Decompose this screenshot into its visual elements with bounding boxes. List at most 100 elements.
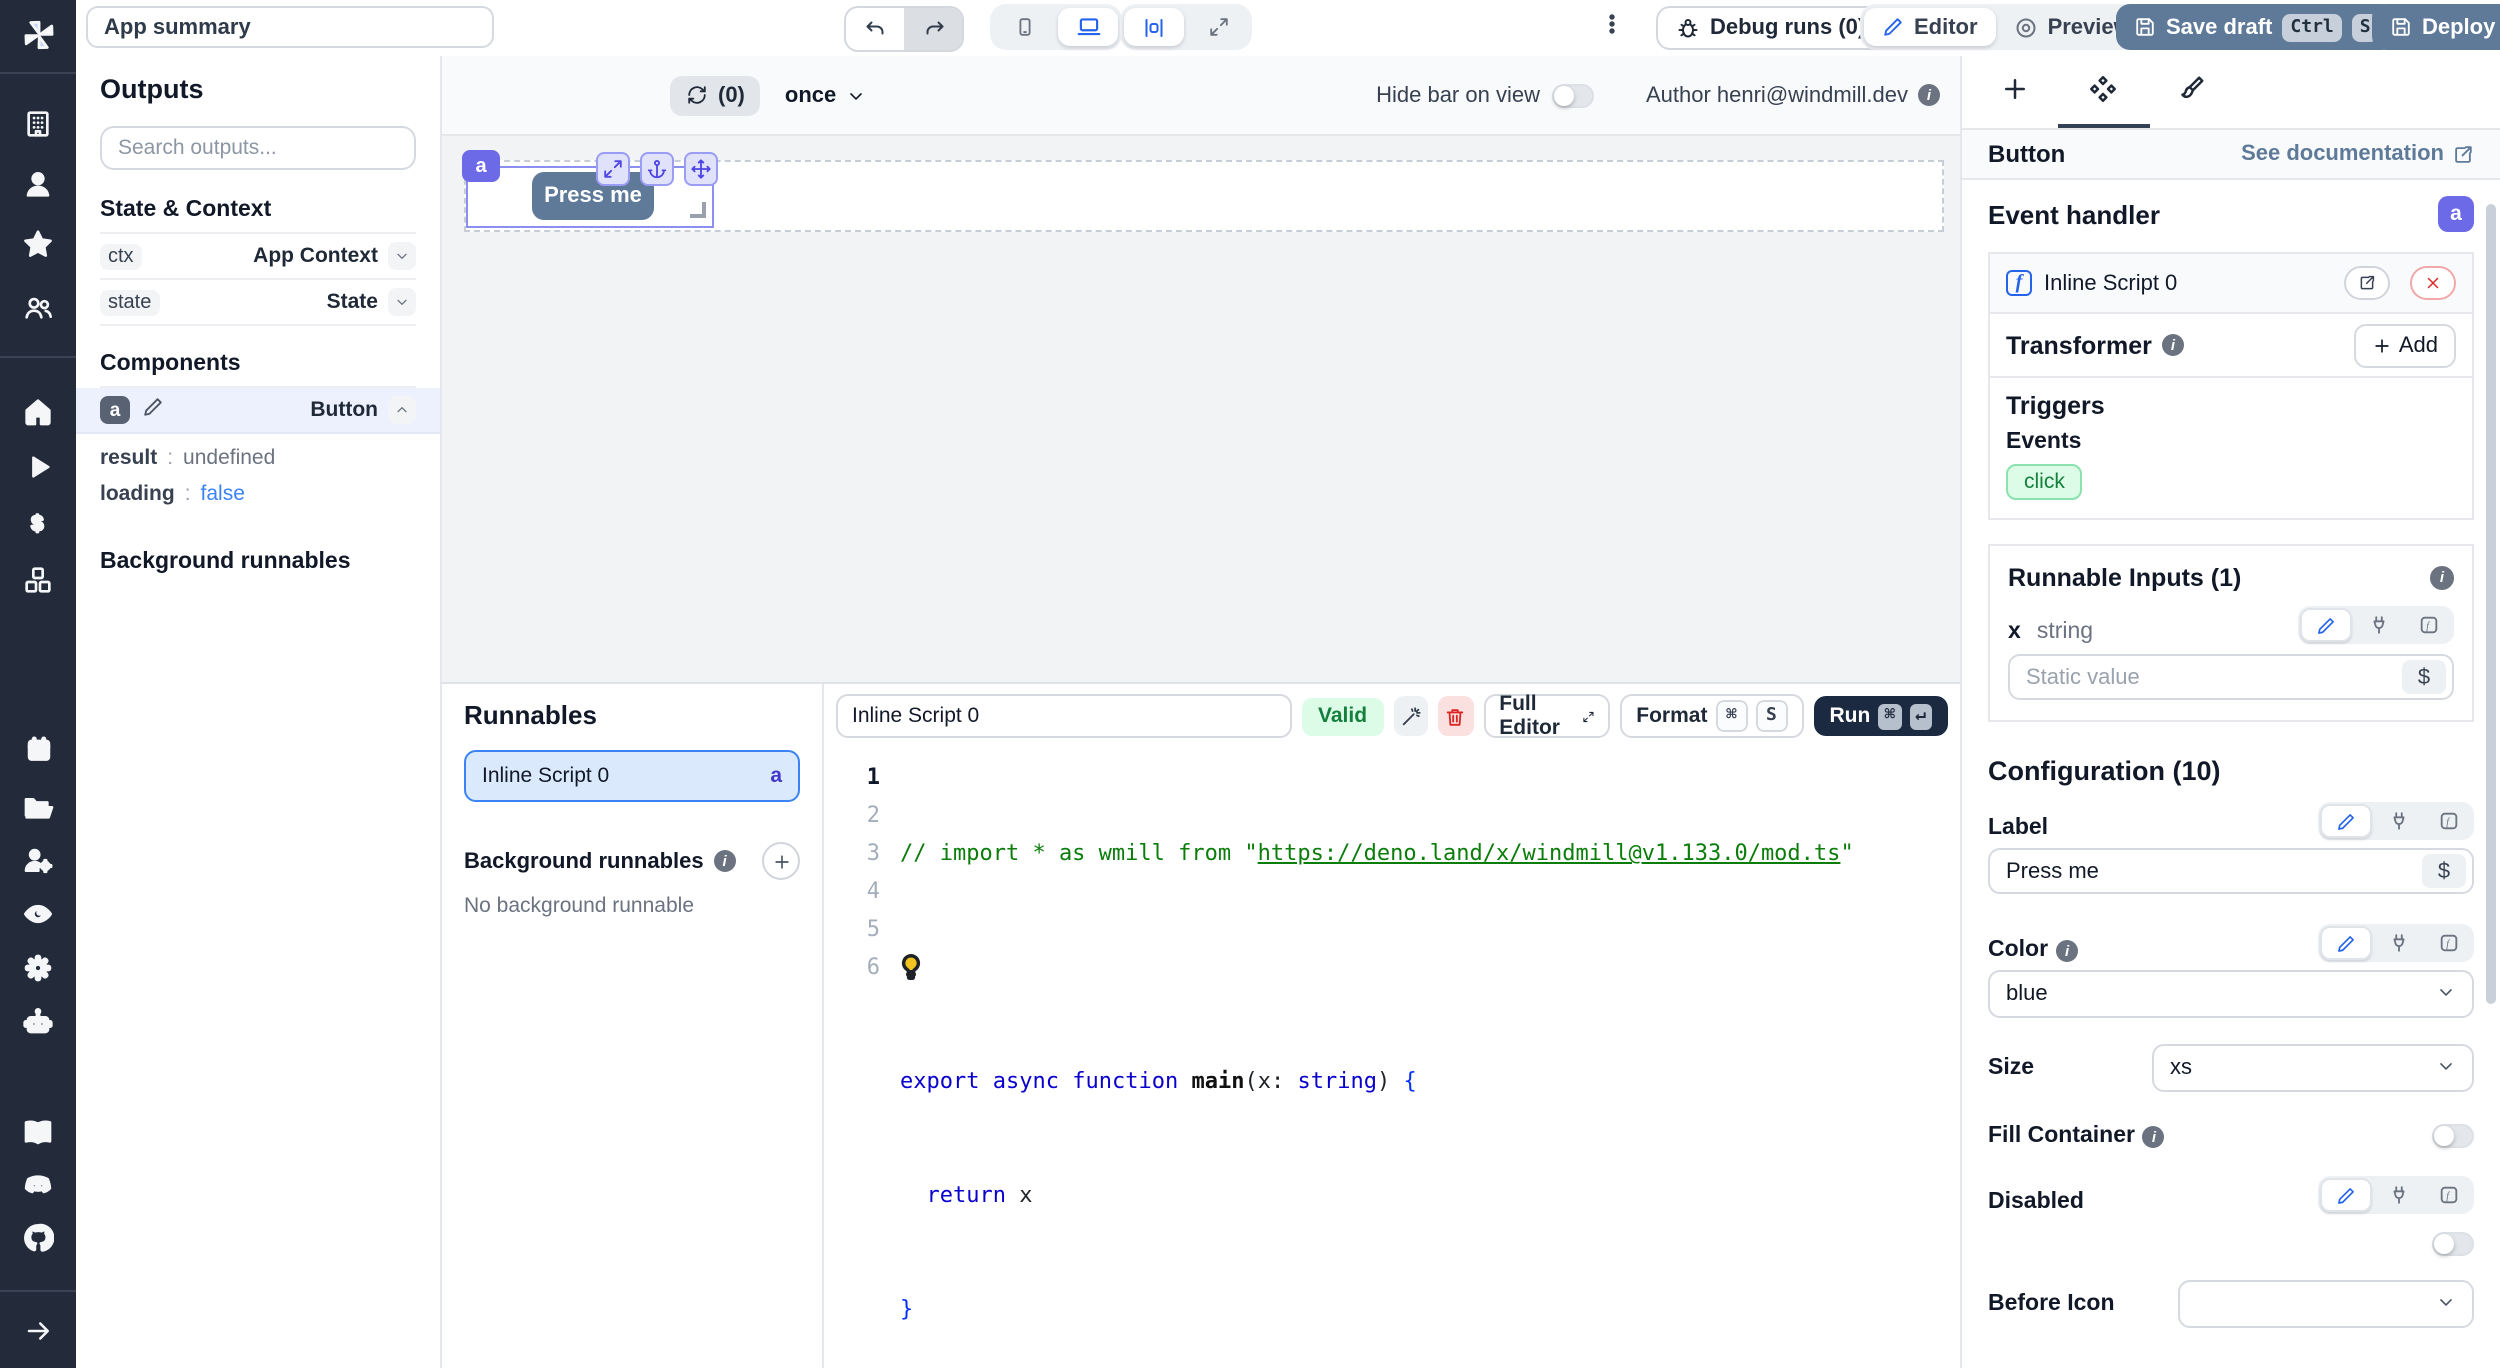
folders-icon[interactable] [0, 792, 76, 824]
schedules-icon[interactable] [0, 734, 76, 764]
component-id-tag[interactable]: a [462, 150, 500, 182]
theme-brush-tab[interactable] [2176, 74, 2206, 110]
insert-component-tab[interactable] [2000, 74, 2030, 110]
connect-plug-button[interactable] [2374, 932, 2422, 954]
resize-handle[interactable] [690, 202, 706, 218]
windmill-logo-icon[interactable] [0, 18, 76, 52]
size-select[interactable]: xs [2152, 1044, 2474, 1092]
home-icon[interactable] [0, 396, 76, 428]
search-outputs-input[interactable] [100, 126, 416, 170]
workspace-icon[interactable] [0, 108, 76, 140]
refresh-count-button[interactable]: (0) [670, 75, 761, 115]
connect-plug-button[interactable] [2374, 1184, 2422, 1206]
runnable-item-inline-script-0[interactable]: Inline Script 0 a [464, 750, 800, 802]
result-row[interactable]: result : undefined [100, 446, 416, 470]
connect-plug-button[interactable] [2354, 614, 2402, 636]
result-key: result [100, 446, 157, 470]
variables-icon[interactable]: $ [0, 508, 76, 540]
schedule-mode-dropdown[interactable]: once [785, 83, 866, 107]
undo-button[interactable] [846, 8, 904, 50]
star-icon[interactable] [0, 228, 76, 260]
fill-container-toggle[interactable] [2432, 1124, 2474, 1148]
resources-icon[interactable] [0, 564, 76, 596]
eval-function-button[interactable]: f [2424, 1184, 2472, 1206]
expand-component-icon[interactable] [596, 152, 630, 186]
audit-logs-icon[interactable] [0, 898, 76, 930]
save-draft-button[interactable]: Save draft Ctrl S [2116, 4, 2397, 50]
fullwidth-button[interactable] [1188, 8, 1248, 46]
info-icon[interactable] [2056, 939, 2078, 961]
workers-icon[interactable] [0, 844, 76, 876]
loading-row[interactable]: loading : false [100, 482, 416, 506]
settings-gear-icon[interactable] [0, 952, 76, 984]
output-row-state[interactable]: state State [100, 280, 416, 326]
static-mode-button[interactable] [2320, 1178, 2372, 1212]
tab-editor[interactable]: Editor [1864, 8, 1996, 46]
mobile-view-button[interactable] [994, 8, 1054, 46]
color-select[interactable]: blue [1988, 970, 2474, 1018]
eval-function-button[interactable]: f [2424, 932, 2472, 954]
open-script-button[interactable] [2344, 266, 2390, 300]
info-icon[interactable] [2162, 334, 2184, 356]
settings-components-tab[interactable] [2088, 74, 2118, 110]
hide-bar-toggle[interactable] [1552, 83, 1594, 107]
before-icon-select[interactable] [2178, 1280, 2474, 1328]
app-summary-input[interactable] [86, 6, 494, 48]
ai-robot-icon[interactable] [0, 1006, 76, 1038]
code-editor[interactable]: 1 2 3 4 5 6 // import * as wmill from "h… [824, 748, 1960, 1368]
add-transformer-button[interactable]: Add [2355, 323, 2456, 367]
collapse-arrow-icon[interactable] [0, 1316, 76, 1346]
scrollbar-thumb[interactable] [2486, 204, 2496, 1004]
chevron-down-icon[interactable] [388, 288, 416, 316]
run-button[interactable]: Run ⌘ ↵ [1813, 696, 1948, 736]
move-component-icon[interactable] [684, 152, 718, 186]
info-icon[interactable] [714, 850, 736, 872]
delete-script-button[interactable] [1438, 696, 1473, 736]
static-value-input[interactable]: Static value $ [2008, 654, 2454, 700]
static-mode-button[interactable] [2320, 926, 2372, 960]
static-mode-button[interactable] [2300, 608, 2352, 642]
docs-book-icon[interactable] [0, 1116, 76, 1148]
output-row-ctx[interactable]: ctx App Context [100, 234, 416, 280]
editor-header: Valid Full Editor Format ⌘ S Run [824, 684, 1960, 748]
groups-icon[interactable] [0, 292, 76, 324]
connect-plug-button[interactable] [2374, 810, 2422, 832]
lightbulb-icon[interactable] [900, 954, 922, 980]
debug-runs-button[interactable]: Debug runs (0) [1656, 6, 1885, 50]
anchor-component-icon[interactable] [640, 152, 674, 186]
desktop-view-button[interactable] [1058, 8, 1118, 46]
runs-icon[interactable] [0, 452, 76, 482]
code-lines[interactable]: // import * as wmill from "https://deno.… [900, 758, 1960, 1368]
info-icon[interactable] [2143, 1125, 2165, 1147]
dollar-button[interactable]: $ [2402, 660, 2446, 694]
component-row-a[interactable]: a Button [76, 388, 440, 434]
disabled-toggle[interactable] [2432, 1232, 2474, 1256]
add-background-runnable-button[interactable] [762, 842, 800, 880]
center-align-button[interactable] [1124, 8, 1184, 46]
app-canvas[interactable]: (0) once Hide bar on view Author henri@w… [442, 56, 1960, 682]
chevron-up-icon[interactable] [388, 396, 416, 424]
deploy-button[interactable]: Deploy [2372, 4, 2500, 50]
full-editor-button[interactable]: Full Editor [1483, 694, 1610, 738]
remove-script-button[interactable] [2410, 266, 2456, 300]
info-icon[interactable] [1918, 84, 1940, 106]
rename-pencil-icon[interactable] [142, 396, 164, 424]
label-value-input[interactable]: Press me $ [1988, 848, 2474, 894]
more-menu-icon[interactable] [1600, 12, 1624, 42]
code-function-name: main [1191, 1062, 1244, 1100]
chevron-down-icon[interactable] [388, 242, 416, 270]
format-button[interactable]: Format ⌘ S [1620, 694, 1803, 738]
redo-button[interactable] [904, 8, 962, 50]
static-mode-button[interactable] [2320, 804, 2372, 838]
github-icon[interactable] [0, 1222, 76, 1254]
eval-function-button[interactable]: f [2404, 614, 2452, 636]
ai-wand-button[interactable] [1393, 696, 1428, 736]
discord-icon[interactable] [0, 1170, 76, 1202]
eval-function-button[interactable]: f [2424, 810, 2472, 832]
info-icon[interactable] [2430, 566, 2454, 590]
user-icon[interactable] [0, 168, 76, 200]
see-documentation-link[interactable]: See documentation [2241, 142, 2474, 166]
inline-script-row[interactable]: f Inline Script 0 [1990, 254, 2472, 312]
script-name-input[interactable] [836, 694, 1292, 738]
dollar-button[interactable]: $ [2422, 854, 2466, 888]
